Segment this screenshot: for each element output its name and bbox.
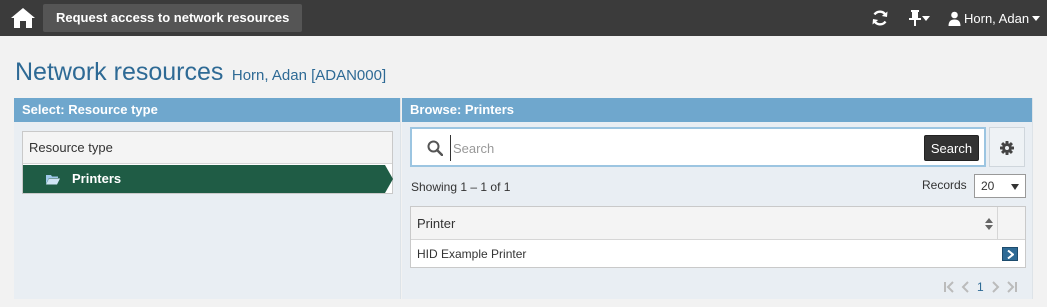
last-page-icon[interactable]: [1003, 281, 1017, 293]
table-row[interactable]: HID Example Printer: [411, 240, 1025, 268]
top-navbar: Request access to network resources Horn…: [0, 0, 1047, 36]
records-value: 20: [981, 179, 995, 193]
browse-panel: Browse: Printers Search Showing 1 – 1 of…: [402, 98, 1033, 299]
search-button[interactable]: Search: [924, 135, 979, 161]
list-item-printers[interactable]: Printers: [23, 165, 393, 193]
column-header-printer[interactable]: Printer: [417, 207, 455, 240]
table-header: Printer: [411, 207, 1025, 240]
sort-icon[interactable]: [984, 217, 994, 231]
gear-icon: [1000, 141, 1014, 155]
pagination: 1: [944, 279, 1017, 295]
home-icon[interactable]: [10, 7, 36, 29]
folder-open-icon: [46, 175, 60, 185]
page-title: Network resources: [15, 58, 224, 86]
chevron-down-icon: [922, 16, 930, 21]
page-heading: Network resources Horn, Adan [ADAN000]: [15, 58, 386, 87]
pin-menu[interactable]: [906, 8, 932, 28]
column-header: Resource type: [23, 132, 392, 164]
search-icon: [427, 140, 443, 156]
printers-table: Printer HID Example Printer: [410, 206, 1026, 268]
panel-header: Select: Resource type: [14, 98, 400, 122]
records-label: Records: [922, 178, 967, 192]
results-count: Showing 1 – 1 of 1: [411, 180, 511, 194]
chevron-right-icon: [1007, 250, 1014, 259]
search-input[interactable]: [450, 135, 920, 161]
list-item-label: Printers: [72, 171, 122, 186]
table-cell-printer: HID Example Printer: [417, 247, 527, 261]
records-per-page-select[interactable]: 20: [974, 174, 1026, 198]
chevron-down-icon: [1011, 184, 1019, 190]
pin-icon: [909, 10, 921, 26]
user-menu[interactable]: Horn, Adan: [948, 8, 1041, 28]
row-open-button[interactable]: [1002, 247, 1018, 261]
column-divider: [997, 207, 998, 240]
user-icon: [948, 11, 961, 26]
first-page-icon[interactable]: [944, 281, 958, 293]
panel-header: Browse: Printers: [402, 98, 1032, 122]
search-bar: Search: [410, 127, 986, 167]
page-subtitle: Horn, Adan [ADAN000]: [231, 67, 387, 84]
resource-type-list: Resource type Printers: [22, 131, 393, 194]
user-name: Horn, Adan: [964, 10, 1030, 26]
next-page-icon[interactable]: [990, 281, 1000, 293]
tab-request-access[interactable]: Request access to network resources: [43, 4, 303, 32]
settings-button[interactable]: [989, 127, 1025, 167]
current-page[interactable]: 1: [977, 280, 984, 294]
chevron-down-icon: [1032, 15, 1041, 21]
resource-type-panel: Select: Resource type Resource type Prin…: [14, 98, 401, 299]
previous-page-icon[interactable]: [961, 281, 971, 293]
refresh-icon[interactable]: [871, 9, 889, 27]
